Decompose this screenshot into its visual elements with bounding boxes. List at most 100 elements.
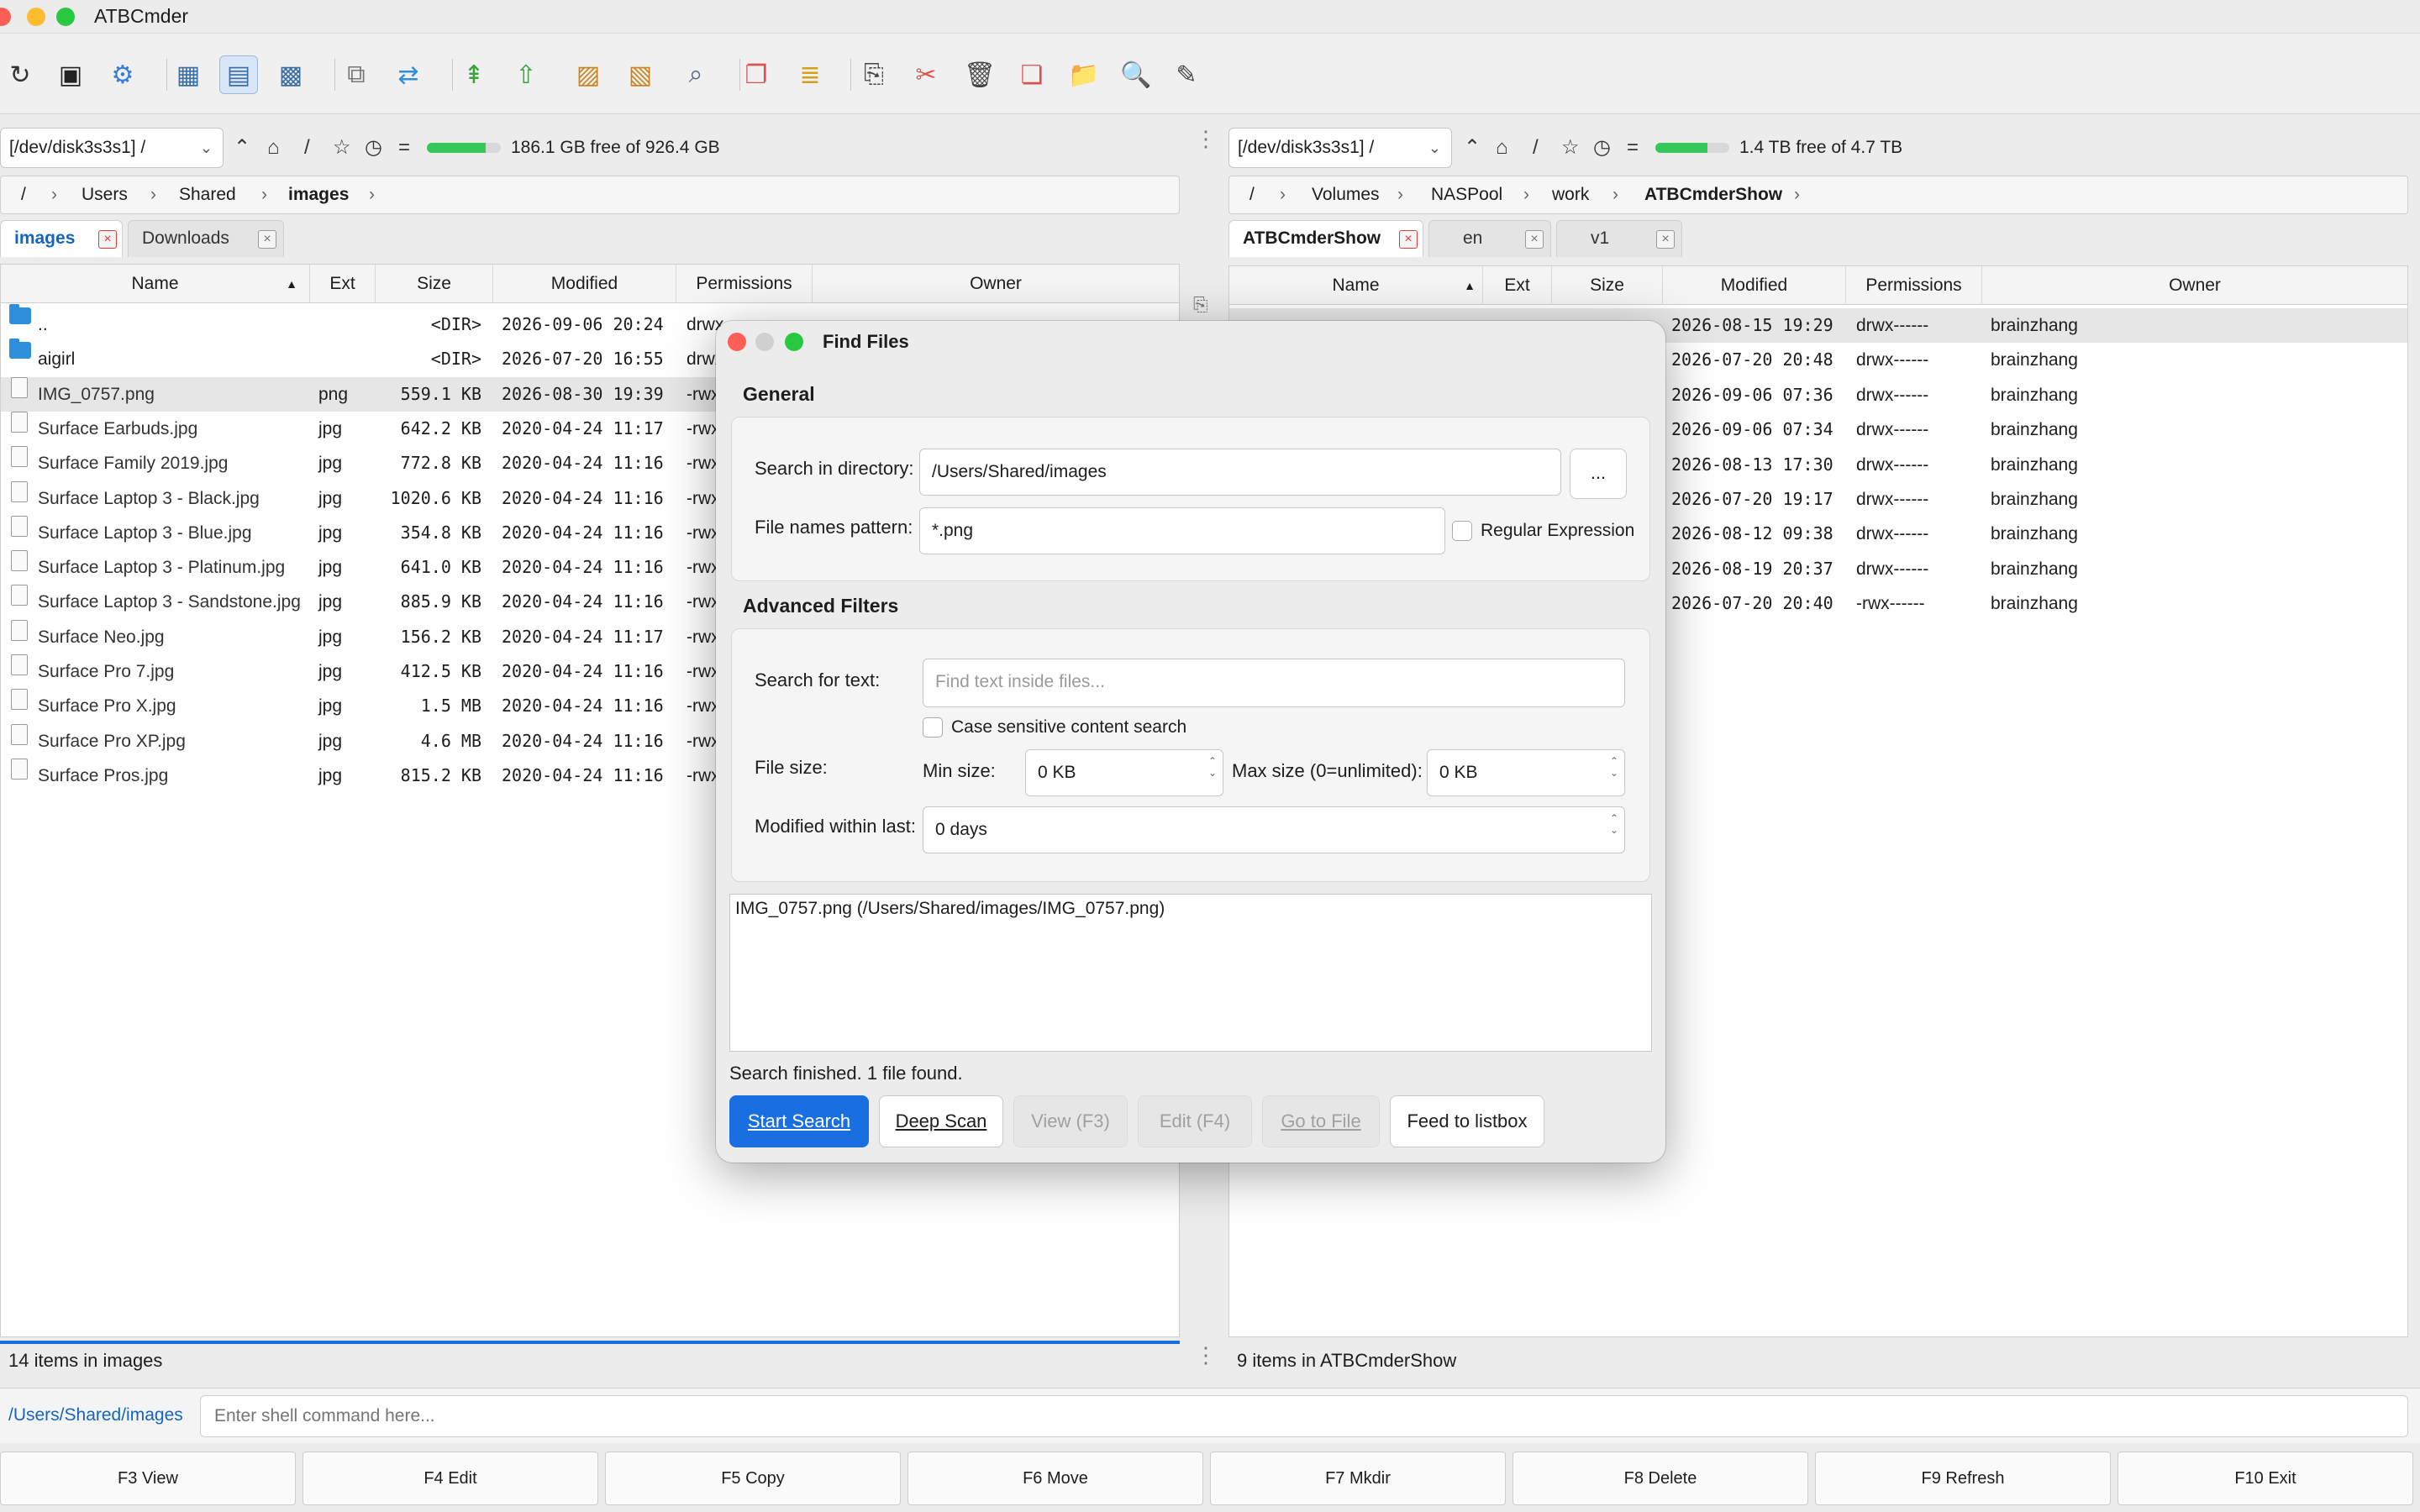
minimize-window-icon[interactable] <box>27 8 45 26</box>
modified-within-stepper[interactable]: 0 days ⌃ ⌄ <box>923 806 1625 853</box>
results-list[interactable]: IMG_0757.png (/Users/Shared/images/IMG_0… <box>729 894 1652 1052</box>
edit-pencil-icon[interactable]: ✎ <box>1167 55 1206 94</box>
column-permissions[interactable]: Permissions <box>676 265 813 303</box>
copy-icon[interactable]: ⎘ <box>855 55 893 94</box>
crumb-volumes[interactable]: Volumes <box>1312 176 1380 213</box>
close-tab-icon[interactable]: × <box>1525 230 1544 249</box>
quick-view-icon[interactable]: 🔍 <box>1117 55 1155 94</box>
dialog-zoom-icon[interactable] <box>785 333 803 351</box>
zoom-window-icon[interactable] <box>56 8 75 26</box>
result-item[interactable]: IMG_0757.png (/Users/Shared/images/IMG_0… <box>730 895 1651 923</box>
fkey-f6-button[interactable]: F6 Move <box>908 1452 1203 1505</box>
splitter-handle-icon[interactable]: ⋮ <box>1195 1342 1217 1368</box>
copy-names-icon[interactable]: ❐ <box>737 55 776 94</box>
root-slash-icon[interactable]: / <box>1533 128 1539 168</box>
crumb-work[interactable]: work <box>1552 176 1589 213</box>
go-root-icon[interactable]: ⇞ <box>455 55 493 94</box>
close-tab-icon[interactable]: × <box>1656 230 1675 249</box>
cut-icon[interactable]: ✂ <box>907 55 945 94</box>
max-size-stepper[interactable]: 0 KB ⌃ ⌄ <box>1427 749 1625 796</box>
tab-en[interactable]: en × <box>1428 220 1551 257</box>
stepper-arrows-icon[interactable]: ⌃ ⌄ <box>1206 755 1219 792</box>
terminal-icon[interactable]: ▣ <box>51 55 90 94</box>
home-icon[interactable]: ⌂ <box>267 128 280 168</box>
right-drive-select[interactable]: [/dev/disk3s3s1] / ⌄ <box>1228 128 1452 168</box>
crumb-atbcmdershow[interactable]: ATBCmderShow <box>1644 176 1782 213</box>
full-view-icon[interactable]: ▤ <box>219 55 258 94</box>
compare-dirs-icon[interactable]: ⧉ <box>337 55 376 94</box>
splitter-handle-icon[interactable]: ⋮ <box>1195 126 1217 152</box>
feed-to-listbox-button[interactable]: Feed to listbox <box>1390 1095 1544 1147</box>
column-permissions[interactable]: Permissions <box>1846 266 1982 305</box>
close-tab-icon[interactable]: × <box>258 230 276 249</box>
parent-dir-icon[interactable]: ⌃ <box>234 128 250 168</box>
compare-equal-icon[interactable]: = <box>398 128 410 168</box>
column-owner[interactable]: Owner <box>1982 266 2407 305</box>
parent-dir-icon[interactable]: ⌃ <box>1464 128 1481 168</box>
settings-gear-icon[interactable]: ⚙ <box>103 55 142 94</box>
find-files-icon[interactable]: ⌕ <box>676 55 715 94</box>
column-modified[interactable]: Modified <box>1663 266 1846 305</box>
crumb-root[interactable]: / <box>21 176 26 213</box>
stepper-arrows-icon[interactable]: ⌃ ⌄ <box>1607 755 1621 792</box>
delete-icon[interactable]: 🗑 <box>960 55 999 94</box>
column-size[interactable]: Size <box>1552 266 1663 305</box>
compare-equal-icon[interactable]: = <box>1627 128 1639 168</box>
tab-images[interactable]: images × <box>0 220 123 257</box>
column-modified[interactable]: Modified <box>493 265 676 303</box>
go-up-icon[interactable]: ⇧ <box>507 55 545 94</box>
dialog-close-icon[interactable] <box>728 333 746 351</box>
column-ext[interactable]: Ext <box>1483 266 1552 305</box>
shell-command-input[interactable] <box>200 1395 2408 1437</box>
search-dir-input[interactable]: /Users/Shared/images <box>919 449 1561 496</box>
fkey-f9-button[interactable]: F9 Refresh <box>1815 1452 2111 1505</box>
crumb-naspool[interactable]: NASPool <box>1431 176 1502 213</box>
crumb-images[interactable]: images <box>288 176 349 213</box>
deep-scan-button[interactable]: Deep Scan <box>879 1095 1003 1147</box>
splitter-copy-icon[interactable]: ⎘ <box>1193 294 1208 316</box>
left-drive-select[interactable]: [/dev/disk3s3s1] / ⌄ <box>0 128 224 168</box>
history-clock-icon[interactable]: ◷ <box>365 128 382 168</box>
favorites-star-icon[interactable]: ☆ <box>1561 128 1580 168</box>
close-tab-icon[interactable]: × <box>98 230 117 249</box>
stepper-arrows-icon[interactable]: ⌃ ⌄ <box>1607 812 1621 849</box>
fkey-f3-button[interactable]: F3 View <box>0 1452 296 1505</box>
case-sensitive-checkbox[interactable] <box>923 717 943 738</box>
root-slash-icon[interactable]: / <box>304 128 310 168</box>
multi-rename-icon[interactable]: ≣ <box>791 55 829 94</box>
column-name[interactable]: Name <box>1229 266 1483 305</box>
favorites-star-icon[interactable]: ☆ <box>333 128 351 168</box>
close-window-icon[interactable] <box>0 8 11 26</box>
start-search-button[interactable]: Start Search <box>729 1095 869 1147</box>
new-folder-icon[interactable]: 📁 <box>1065 55 1103 94</box>
home-icon[interactable]: ⌂ <box>1496 128 1508 168</box>
close-tab-icon[interactable]: × <box>1399 230 1418 249</box>
fkey-f10-button[interactable]: F10 Exit <box>2118 1452 2413 1505</box>
refresh-icon[interactable]: ↻ <box>1 55 39 94</box>
fkey-f8-button[interactable]: F8 Delete <box>1512 1452 1808 1505</box>
fkey-f5-button[interactable]: F5 Copy <box>605 1452 901 1505</box>
go-to-file-button[interactable]: Go to File <box>1262 1095 1380 1147</box>
edit-f4-button[interactable]: Edit (F4) <box>1138 1095 1252 1147</box>
file-pattern-input[interactable]: *.png <box>919 507 1445 554</box>
column-size[interactable]: Size <box>376 265 493 303</box>
unpack-icon[interactable]: ▧ <box>621 55 660 94</box>
column-owner[interactable]: Owner <box>813 265 1179 303</box>
fkey-f4-button[interactable]: F4 Edit <box>302 1452 598 1505</box>
fkey-f7-button[interactable]: F7 Mkdir <box>1210 1452 1506 1505</box>
tab-atbcmdershow[interactable]: ATBCmderShow × <box>1228 220 1423 257</box>
crumb-users[interactable]: Users <box>82 176 128 213</box>
pack-icon[interactable]: ▨ <box>569 55 608 94</box>
column-name[interactable]: Name <box>1 265 310 303</box>
tab-v1[interactable]: v1 × <box>1556 220 1682 257</box>
history-clock-icon[interactable]: ◷ <box>1593 128 1611 168</box>
sync-dirs-icon[interactable]: ⇄ <box>389 55 428 94</box>
min-size-stepper[interactable]: 0 KB ⌃ ⌄ <box>1025 749 1223 796</box>
search-text-input[interactable]: Find text inside files... <box>923 659 1625 707</box>
duplicate-icon[interactable]: ❏ <box>1013 55 1051 94</box>
thumbnail-view-icon[interactable]: ▩ <box>271 55 310 94</box>
view-f3-button[interactable]: View (F3) <box>1013 1095 1128 1147</box>
brief-view-icon[interactable]: ▦ <box>169 55 208 94</box>
regex-checkbox[interactable] <box>1452 521 1472 541</box>
crumb-shared[interactable]: Shared <box>179 176 236 213</box>
